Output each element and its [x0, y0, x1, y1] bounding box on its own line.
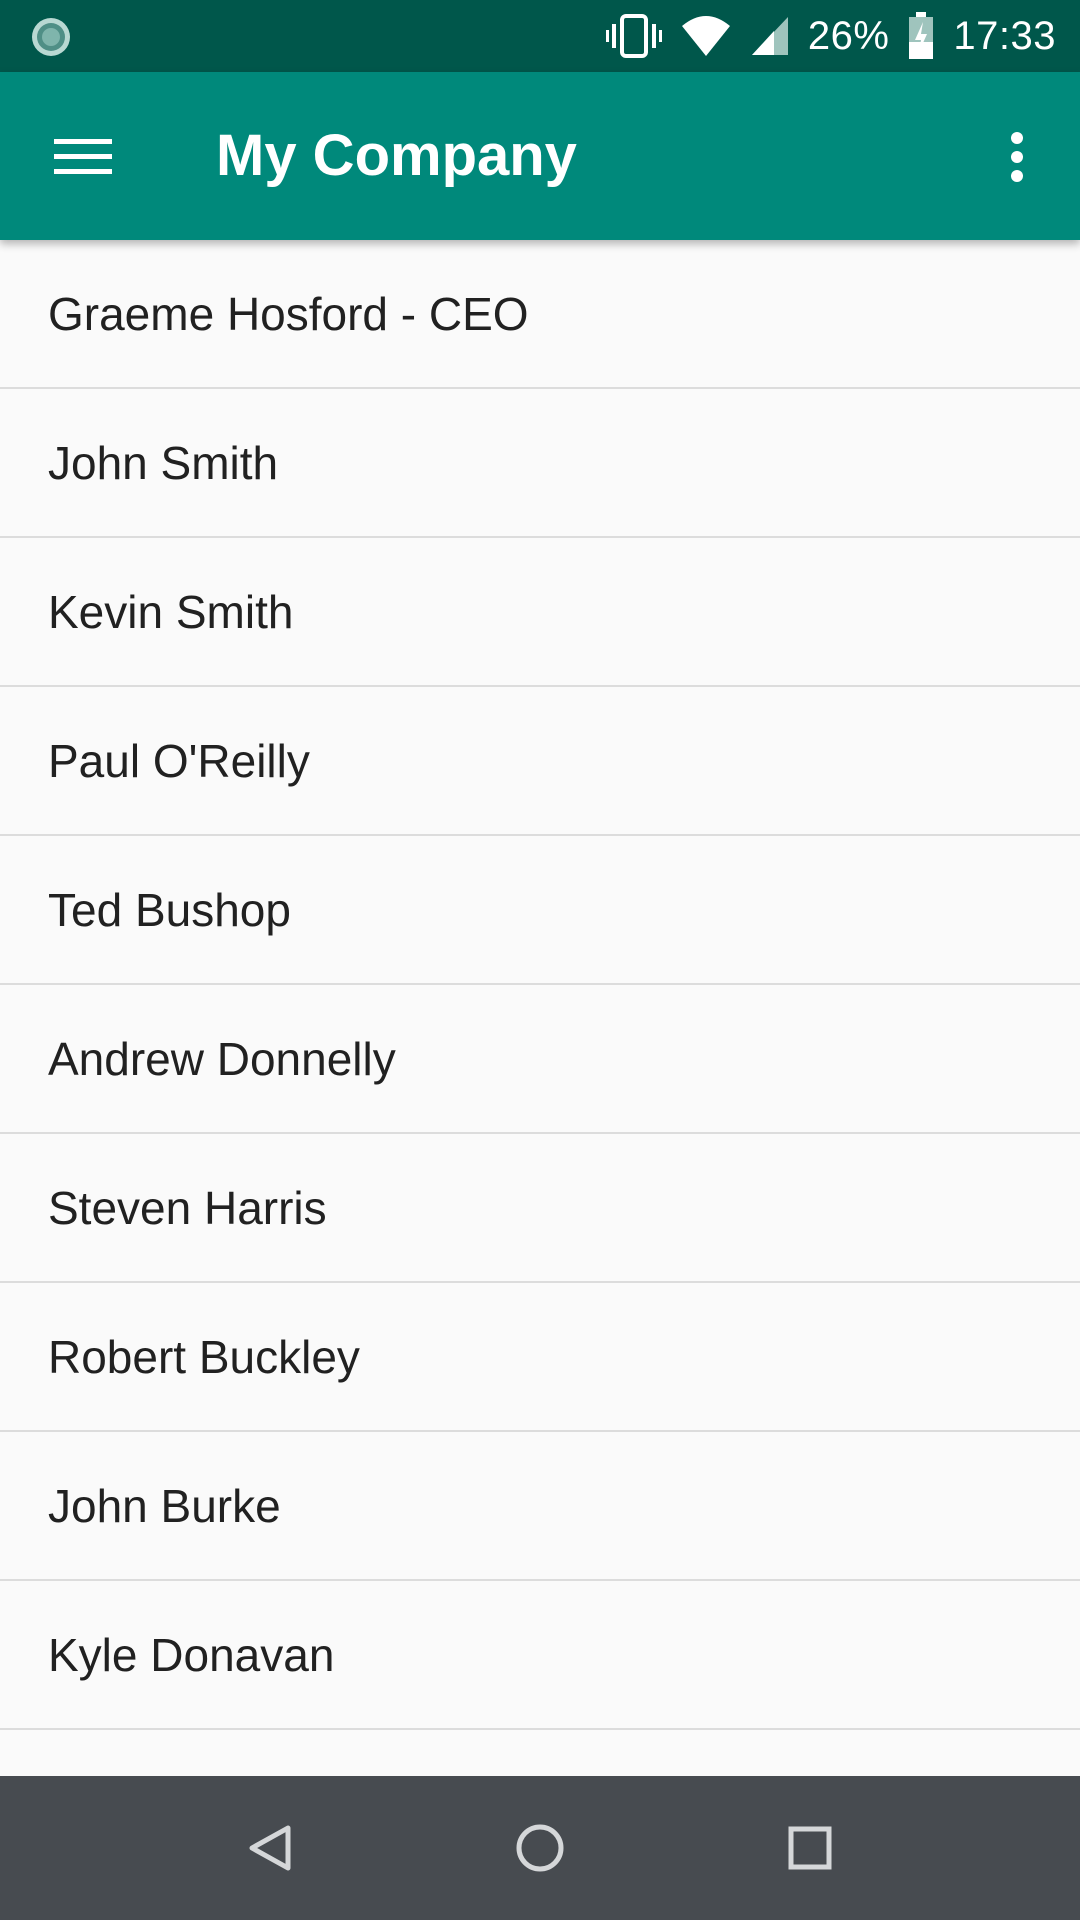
overflow-menu-button[interactable]: [974, 114, 1060, 200]
employee-list: Graeme Hosford - CEO John Smith Kevin Sm…: [0, 240, 1080, 1776]
list-item[interactable]: Kyle Donavan: [0, 1581, 1080, 1730]
vibrate-icon: [605, 12, 662, 60]
list-item[interactable]: Kevin Smith: [0, 538, 1080, 687]
home-button[interactable]: [490, 1798, 590, 1898]
screen: 26% 17:33 My Company Graeme Hosford - CE…: [0, 0, 1080, 1920]
list-item[interactable]: Steven Harris: [0, 1134, 1080, 1283]
battery-percentage: 26%: [807, 14, 890, 58]
wifi-icon: [680, 14, 732, 58]
system-nav-bar: [0, 1776, 1080, 1920]
list-item[interactable]: [0, 1730, 1080, 1776]
list-item[interactable]: John Smith: [0, 389, 1080, 538]
recents-icon: [788, 1826, 832, 1870]
home-icon: [516, 1824, 564, 1872]
list-item[interactable]: Ted Bushop: [0, 836, 1080, 985]
more-vert-icon: [1011, 132, 1023, 182]
battery-charging-icon: [907, 12, 935, 60]
status-bar: 26% 17:33: [0, 0, 1080, 72]
recents-button[interactable]: [760, 1798, 860, 1898]
list-item[interactable]: Graeme Hosford - CEO: [0, 240, 1080, 389]
menu-icon: [54, 139, 112, 174]
cell-signal-icon: [750, 15, 790, 57]
list-item[interactable]: Paul O'Reilly: [0, 687, 1080, 836]
list-item[interactable]: John Burke: [0, 1432, 1080, 1581]
page-title: My Company: [216, 123, 577, 188]
back-icon: [249, 1825, 291, 1871]
clock: 17:33: [953, 14, 1056, 58]
list-item[interactable]: Robert Buckley: [0, 1283, 1080, 1432]
menu-button[interactable]: [40, 114, 126, 200]
app-notification-icon: [32, 18, 70, 56]
list-item[interactable]: Andrew Donnelly: [0, 985, 1080, 1134]
status-icons: 26% 17:33: [605, 0, 1056, 72]
app-bar: My Company: [0, 72, 1080, 240]
back-button[interactable]: [220, 1798, 320, 1898]
